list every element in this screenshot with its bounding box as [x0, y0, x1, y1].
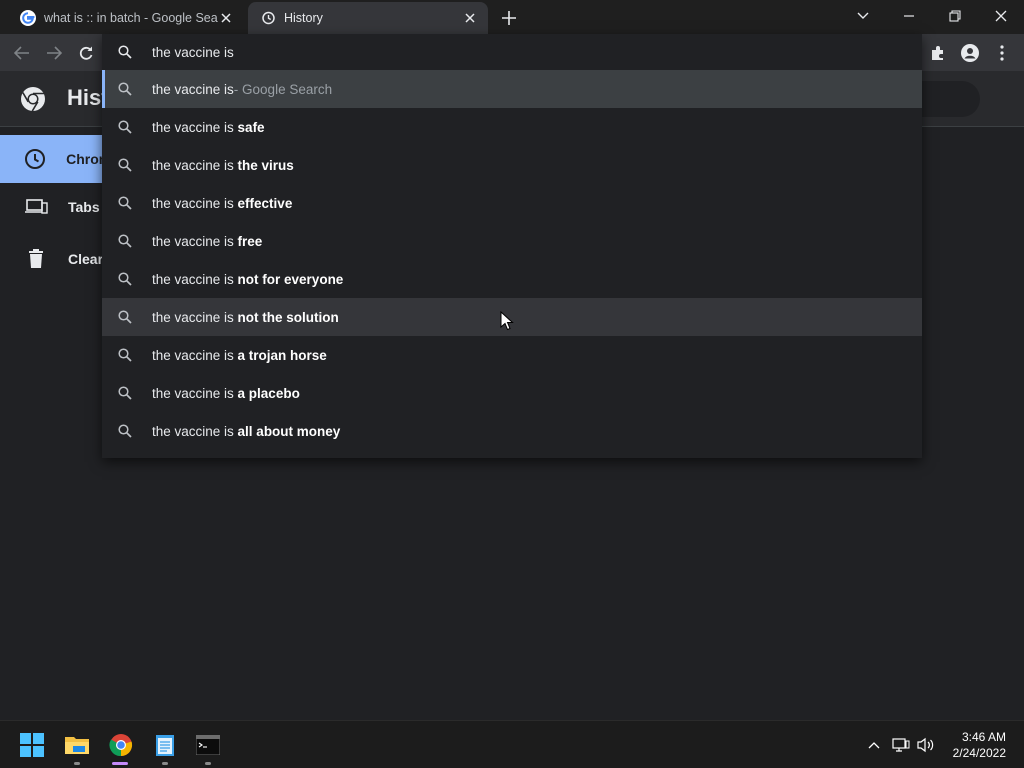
suggestion-completion: free	[237, 233, 263, 249]
clock-date: 2/24/2022	[952, 746, 1006, 760]
clock-icon	[24, 148, 46, 170]
suggestion-completion: a placebo	[237, 385, 300, 401]
chrome-icon[interactable]	[108, 732, 134, 758]
suggestion-completion: effective	[237, 195, 293, 211]
tab-history[interactable]: History	[248, 2, 488, 34]
search-icon	[118, 386, 136, 400]
search-icon	[118, 272, 136, 286]
sidebar-item-label: Clear	[68, 251, 104, 267]
suggestion-list: the vaccine is - Google Search the vacci…	[102, 70, 922, 450]
suggestion-completion: not for everyone	[237, 271, 344, 287]
suggestion-item[interactable]: the vaccine is all about money	[102, 412, 922, 450]
mouse-pointer-icon	[500, 311, 514, 331]
suggestion-item[interactable]: the vaccine is free	[102, 222, 922, 260]
suggestion-item[interactable]: the vaccine is effective	[102, 184, 922, 222]
reload-icon[interactable]	[75, 42, 97, 64]
more-menu-icon[interactable]	[991, 42, 1013, 64]
suggestion-prefix: the vaccine is	[152, 119, 238, 135]
running-app-indicator	[205, 762, 211, 765]
history-icon	[262, 11, 275, 25]
suggestion-item[interactable]: the vaccine is a placebo	[102, 374, 922, 412]
search-icon	[118, 234, 136, 248]
suggestion-prefix: the vaccine is	[152, 233, 238, 249]
active-app-indicator	[112, 762, 128, 765]
suggestion-suffix: - Google Search	[233, 81, 333, 97]
sidebar-item-clear-browsing-data[interactable]: Clear	[0, 235, 104, 283]
profile-avatar-icon[interactable]	[959, 42, 981, 64]
suggestion-prefix: the vaccine is	[152, 81, 234, 97]
suggestion-item[interactable]: the vaccine is not for everyone	[102, 260, 922, 298]
search-icon	[118, 120, 136, 134]
suggestion-item[interactable]: the vaccine is the virus	[102, 146, 922, 184]
tab-google-search[interactable]: what is :: in batch - Google Searc	[8, 2, 244, 34]
chrome-logo-icon	[21, 87, 45, 112]
suggestion-prefix: the vaccine is	[152, 347, 238, 363]
devices-icon	[24, 198, 48, 216]
windows-taskbar: 3:46 AM 2/24/2022	[0, 720, 1024, 768]
suggestion-completion: not the solution	[237, 309, 339, 325]
forward-arrow-icon[interactable]	[43, 42, 65, 64]
search-icon	[118, 424, 136, 438]
running-app-indicator	[74, 762, 80, 765]
suggestion-prefix: the vaccine is	[152, 271, 238, 287]
tab-title: History	[284, 11, 323, 25]
search-icon	[118, 196, 136, 210]
extensions-puzzle-icon[interactable]	[927, 42, 949, 64]
search-icon	[118, 82, 136, 96]
suggestion-prefix: the vaccine is	[152, 385, 238, 401]
sidebar-item-label: Chron	[66, 151, 104, 167]
suggestion-completion: safe	[237, 119, 265, 135]
suggestion-item[interactable]: the vaccine is safe	[102, 108, 922, 146]
running-app-indicator	[162, 762, 168, 765]
notepad-icon[interactable]	[152, 732, 178, 758]
google-icon	[20, 10, 36, 26]
terminal-icon[interactable]	[195, 732, 221, 758]
network-icon[interactable]	[891, 735, 911, 755]
close-tab-icon[interactable]	[218, 10, 234, 26]
sidebar-item-label: Tabs	[68, 199, 100, 215]
suggestion-completion: all about money	[237, 423, 341, 439]
sidebar-item-tabs-other-devices[interactable]: Tabs	[0, 183, 104, 231]
history-sidebar: Chron Tabs Clear	[0, 127, 104, 720]
tab-search-chevron-down-icon[interactable]	[840, 0, 886, 32]
sidebar-item-chrome-history[interactable]: Chron	[0, 135, 104, 183]
address-bar-input[interactable]: the vaccine is	[102, 34, 922, 70]
omnibox-dropdown: the vaccine is the vaccine is - Google S…	[102, 34, 922, 458]
show-hidden-icons-chevron-up-icon[interactable]	[864, 735, 884, 755]
tab-title: what is :: in batch - Google Searc	[44, 11, 218, 25]
restore-icon[interactable]	[932, 0, 978, 32]
trash-icon	[24, 249, 48, 269]
suggestion-item[interactable]: the vaccine is a trojan horse	[102, 336, 922, 374]
new-tab-plus-icon[interactable]	[500, 9, 518, 27]
minimize-icon[interactable]	[886, 0, 932, 32]
search-icon	[118, 45, 136, 59]
suggestion-prefix: the vaccine is	[152, 157, 238, 173]
suggestion-completion: the virus	[237, 157, 294, 173]
search-icon	[118, 158, 136, 172]
suggestion-completion: a trojan horse	[237, 347, 327, 363]
suggestion-item[interactable]: the vaccine is - Google Search	[102, 70, 922, 108]
tab-strip: what is :: in batch - Google Searc Histo…	[0, 0, 1024, 34]
taskbar-clock[interactable]: 3:46 AM 2/24/2022	[953, 729, 1006, 761]
close-window-icon[interactable]	[978, 0, 1024, 32]
volume-icon[interactable]	[916, 735, 936, 755]
search-icon	[118, 310, 136, 324]
search-icon	[118, 348, 136, 362]
file-explorer-icon[interactable]	[64, 732, 90, 758]
clock-time: 3:46 AM	[961, 730, 1006, 744]
windows-start-icon[interactable]	[19, 732, 45, 758]
suggestion-prefix: the vaccine is	[152, 195, 238, 211]
back-arrow-icon[interactable]	[11, 42, 33, 64]
close-tab-icon[interactable]	[462, 10, 478, 26]
address-bar-text: the vaccine is	[152, 44, 234, 60]
suggestion-prefix: the vaccine is	[152, 309, 238, 325]
suggestion-prefix: the vaccine is	[152, 423, 238, 439]
